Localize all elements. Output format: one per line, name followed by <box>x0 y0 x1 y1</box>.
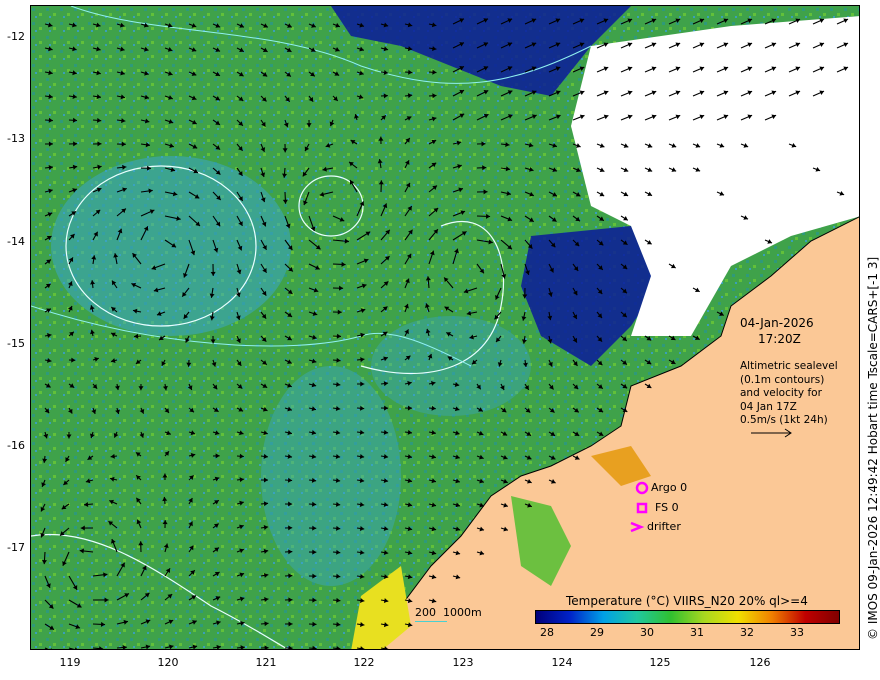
map-date: 04-Jan-2026 <box>740 316 814 330</box>
description-line: and velocity for <box>740 387 822 399</box>
x-tick-label: 122 <box>353 656 375 669</box>
description-line: (0.1m contours) <box>740 373 825 386</box>
map-time: 17:20Z <box>758 332 801 346</box>
colorbar-tick: 33 <box>790 626 804 639</box>
x-tick-label: 123 <box>452 656 474 669</box>
depth-scale-line <box>415 621 447 622</box>
x-tick-label: 121 <box>255 656 277 669</box>
y-tick-label: -17 <box>7 541 25 554</box>
y-tick-label: -12 <box>7 30 25 43</box>
y-tick-label: -13 <box>7 132 25 145</box>
colorbar-tick: 29 <box>590 626 604 639</box>
cool-patch <box>51 156 291 336</box>
y-tick-label: -15 <box>7 337 25 350</box>
y-tick-label: -14 <box>7 235 25 248</box>
argo-label: Argo 0 <box>651 481 688 494</box>
drifter-label: drifter <box>647 520 681 533</box>
colorbar-tick: 32 <box>740 626 754 639</box>
description-line: Altimetric sealevel <box>740 360 838 372</box>
copyright-text: © IMOS 09-Jan-2026 12:49:42 Hobart time … <box>866 256 880 640</box>
description-line: 04 Jan 17Z <box>740 400 797 413</box>
x-tick-label: 126 <box>749 656 771 669</box>
colorbar-tick: 28 <box>540 626 554 639</box>
x-tick-label: 125 <box>649 656 671 669</box>
description-line: 0.5m/s (1kt 24h) <box>740 414 828 426</box>
temperature-colorbar <box>535 610 840 624</box>
x-tick-label: 120 <box>157 656 179 669</box>
fs-label: FS 0 <box>655 501 679 514</box>
x-tick-label: 119 <box>59 656 81 669</box>
cool-patch <box>371 316 531 416</box>
colorbar-tick: 31 <box>690 626 704 639</box>
colorbar-title: Temperature (°C) VIIRS_N20 20% ql>=4 <box>566 594 808 608</box>
colorbar-tick: 30 <box>640 626 654 639</box>
depth-scale-label: 200 1000m <box>415 606 482 619</box>
y-tick-label: -16 <box>7 439 25 452</box>
map-frame[interactable] <box>30 5 860 650</box>
x-tick-label: 124 <box>551 656 573 669</box>
sst-map <box>31 6 859 649</box>
map-description: Altimetric sealevel (0.1m contours) and … <box>740 360 838 428</box>
cool-patch <box>261 366 401 586</box>
